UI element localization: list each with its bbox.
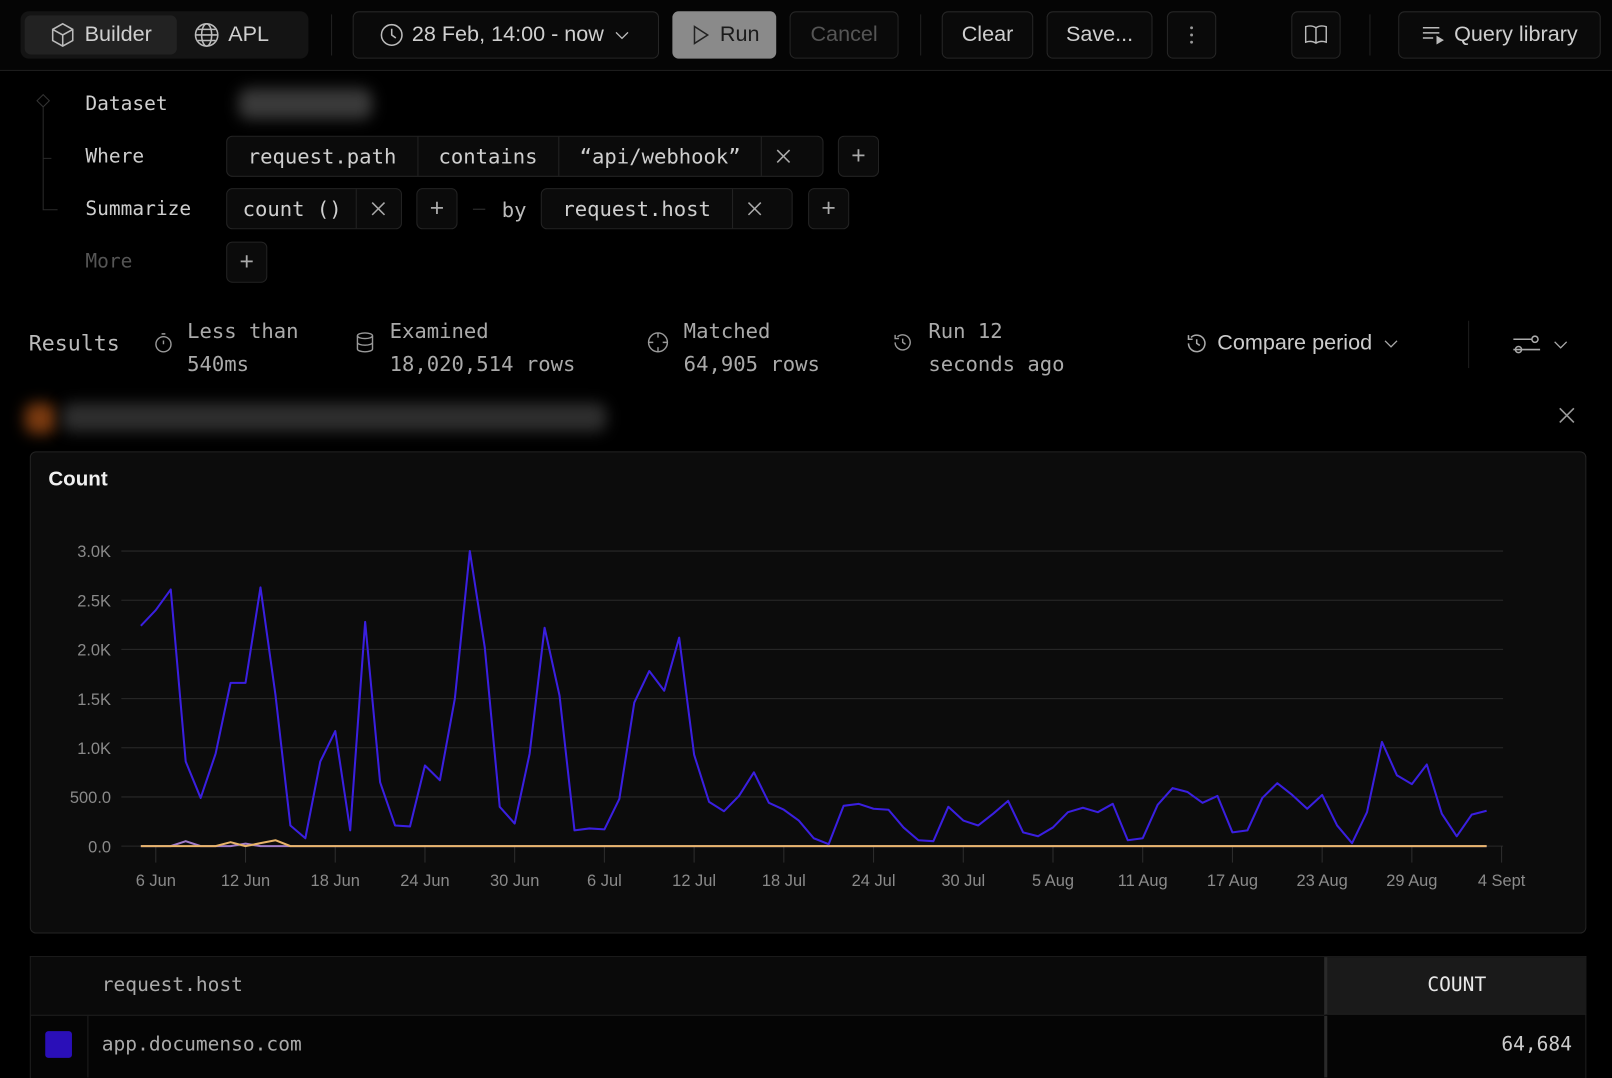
where-operator[interactable]: contains [418,136,560,176]
docs-button[interactable] [1291,11,1341,59]
cancel-button[interactable]: Cancel [789,11,899,59]
globe-icon [194,23,219,47]
vertical-dots-icon [1190,26,1194,44]
aggregation-chip[interactable]: count () [226,188,402,230]
chevron-down-icon [1554,341,1568,349]
more-button[interactable] [1166,11,1217,59]
query-tree-lines [36,93,58,211]
divider [331,14,333,56]
tab-apl[interactable]: APL [193,15,296,54]
add-aggregation-button[interactable]: + [416,188,458,230]
app-root: Builder APL 28 Feb, 14:00 - now Run Canc… [0,0,1612,1078]
plus-icon: + [821,194,836,223]
duration-stat: Less than 540ms [187,315,298,381]
examined-label: Examined [389,318,489,344]
close-icon [777,149,791,163]
history-icon [894,334,911,351]
dataset-label: Dataset [85,92,168,116]
table-header-row: request.host [30,957,1325,1016]
query-library-button[interactable]: Query library [1398,11,1601,59]
stopwatch-icon [155,333,172,353]
compare-period-label: Compare period [1217,331,1373,355]
run-button[interactable]: Run [672,11,777,59]
group-by-field[interactable]: request.host [542,189,733,229]
column-header-host[interactable]: request.host [102,974,243,997]
clock-icon [380,23,403,47]
chart-title: Count [48,467,108,491]
examined-stat: Examined 18,020,514 rows [390,315,576,381]
play-icon [693,25,710,45]
divider [920,14,922,56]
divider [1468,320,1470,369]
run-time-stat: Run 12 seconds ago [928,315,1064,381]
divider [1369,14,1371,56]
database-icon [356,332,374,353]
matched-value: 64,905 rows [683,351,820,377]
history-icon [1187,334,1206,353]
book-icon [1304,25,1327,45]
chevron-down-icon [1384,340,1398,348]
where-filter-chip[interactable]: request.path contains “api/webhook” [226,135,824,177]
toolbar: Builder APL 28 Feb, 14:00 - now Run Canc… [0,0,1612,71]
dataset-name-redacted[interactable] [238,88,373,120]
crosshair-icon [647,332,669,353]
close-icon[interactable] [1559,407,1575,423]
clear-button[interactable]: Clear [941,11,1034,59]
count-cell: 64,684 [1501,1033,1572,1056]
list-play-icon [1423,26,1445,45]
duration-value: 540ms [187,351,250,377]
aggregation-args[interactable]: () [311,189,358,229]
summarize-label: Summarize [85,197,192,221]
close-icon [371,201,386,216]
group-by-chip[interactable]: request.host [540,188,793,230]
chart-card: Count [29,451,1587,934]
remove-group-by-button[interactable] [733,189,776,228]
close-icon [747,201,761,216]
cube-icon [52,22,74,47]
duration-label: Less than [187,318,299,344]
column-header-count: COUNT [1427,973,1487,997]
where-value[interactable]: “api/webhook” [559,136,763,176]
examined-value: 18,020,514 rows [389,351,576,377]
aggregation-function[interactable]: count [227,189,311,228]
where-label: Where [85,144,145,168]
host-cell: app.documenso.com [101,1033,302,1056]
more-label: More [85,249,133,273]
save-button[interactable]: Save... [1046,11,1153,59]
mode-switch: Builder APL [20,11,309,59]
plus-icon: + [851,141,866,170]
time-range-picker[interactable]: 28 Feb, 14:00 - now [352,11,660,59]
matched-stat: Matched 64,905 rows [684,315,820,381]
table-row[interactable]: app.documenso.com 64,684 [31,1015,1587,1078]
add-more-button[interactable]: + [226,241,268,283]
redacted-message [61,403,607,432]
redacted-badge [24,403,56,434]
add-group-by-button[interactable]: + [808,188,850,230]
by-label: by [501,197,527,223]
add-filter-button[interactable]: + [837,135,880,177]
column-header-count-cell[interactable]: COUNT [1324,957,1587,1015]
sliders-icon [1513,335,1541,354]
run-time-label: Run 12 [928,318,1003,344]
remove-aggregation-button[interactable] [357,189,400,228]
where-field[interactable]: request.path [227,136,418,176]
remove-filter-button[interactable] [762,137,805,176]
plus-icon: + [239,247,254,276]
chart-settings-dropdown[interactable] [1511,331,1571,358]
results-table: request.host COUNT app.documenso.com 64,… [29,956,1587,1078]
matched-label: Matched [683,318,771,344]
tab-builder[interactable]: Builder [24,15,177,55]
divider [472,208,486,210]
plus-icon: + [429,194,445,223]
run-time-value: seconds ago [928,351,1065,377]
results-title: Results [28,331,120,356]
series-color-swatch[interactable] [45,1031,72,1058]
compare-period-dropdown[interactable]: Compare period [1184,331,1401,356]
chevron-down-icon [615,31,629,40]
